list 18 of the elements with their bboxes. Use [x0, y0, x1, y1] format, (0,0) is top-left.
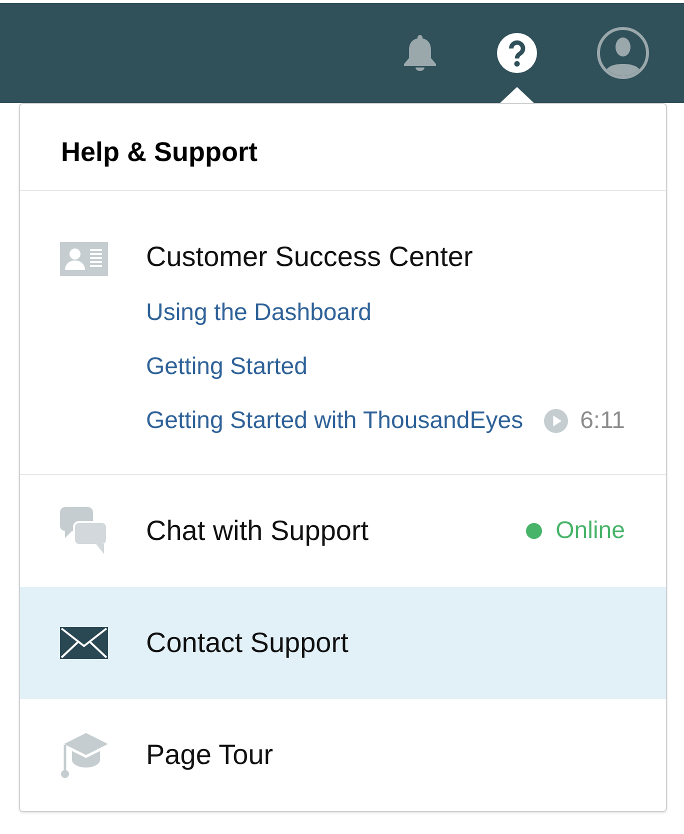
menu-item[interactable]: Chat with Support Online: [20, 475, 666, 587]
section-title: Customer Success Center: [146, 241, 473, 273]
help-icon[interactable]: [497, 33, 537, 73]
menu-title: Help & Support: [61, 137, 258, 167]
menu-item[interactable]: Page Tour: [20, 699, 666, 811]
play-icon: [544, 409, 568, 433]
bell-icon[interactable]: [403, 35, 437, 71]
help-link[interactable]: Getting Started with ThousandEyes: [146, 407, 524, 435]
help-link[interactable]: Getting Started: [146, 353, 308, 381]
video-duration: 6:11: [580, 407, 625, 435]
menu-item[interactable]: Contact Support: [20, 587, 666, 699]
chat-bubbles-icon: [60, 507, 108, 555]
graduation-cap-icon: [60, 731, 108, 779]
user-avatar-icon[interactable]: [597, 27, 649, 79]
status-label: Online: [556, 517, 625, 545]
contact-card-icon: [60, 242, 108, 276]
help-link[interactable]: Using the Dashboard: [146, 299, 372, 327]
envelope-icon: [60, 627, 108, 659]
